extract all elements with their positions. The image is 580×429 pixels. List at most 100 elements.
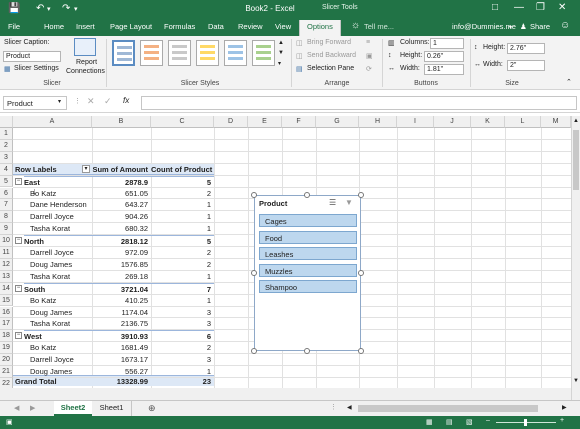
resize-handle[interactable]	[251, 192, 257, 198]
resize-handle[interactable]	[251, 348, 257, 354]
zoom-out-icon[interactable]: –	[486, 417, 490, 424]
column-header-j[interactable]: J	[434, 116, 471, 128]
slicer-style-4[interactable]	[196, 40, 219, 66]
ribbon-display-icon[interactable]: □	[492, 2, 498, 13]
column-header-k[interactable]: K	[471, 116, 505, 128]
columns-input[interactable]: 1	[430, 38, 464, 49]
row-header[interactable]: 11	[0, 247, 13, 259]
row-header[interactable]: 18	[0, 330, 13, 343]
zoom-slider-thumb[interactable]	[524, 419, 527, 426]
slicer-style-5[interactable]	[224, 40, 247, 66]
tab-home[interactable]: Home	[44, 22, 64, 31]
button-height-input[interactable]: 0.26"	[424, 51, 464, 62]
slicer-item-shampoo[interactable]: Shampoo	[259, 280, 357, 293]
column-header-b[interactable]: B	[92, 116, 151, 128]
button-width-input[interactable]: 1.81"	[424, 64, 464, 75]
row-header[interactable]: 3	[0, 151, 13, 164]
slicer-style-6[interactable]	[252, 40, 275, 66]
collapse-group-icon[interactable]: −	[15, 284, 22, 292]
hscroll-right-icon[interactable]: ▶	[562, 404, 567, 411]
column-header-l[interactable]: L	[505, 116, 541, 128]
row-header[interactable]: 10	[0, 235, 13, 247]
resize-handle[interactable]	[251, 270, 257, 276]
row-header[interactable]: 2	[0, 139, 13, 152]
scroll-up-icon[interactable]: ▲	[573, 118, 579, 124]
page-layout-view-icon[interactable]: ▤	[446, 418, 453, 426]
selection-pane-button[interactable]: Selection Pane	[307, 65, 354, 72]
collapse-ribbon-icon[interactable]: ⌃	[566, 78, 572, 86]
product-slicer[interactable]: Product ☰ ▼ Cages Food Leashes Muzzles S…	[254, 195, 361, 351]
cancel-icon[interactable]: ✕	[87, 96, 95, 107]
column-header-g[interactable]: G	[316, 116, 359, 128]
slicer-style-1[interactable]	[112, 40, 135, 66]
collapse-group-icon[interactable]: −	[15, 177, 22, 185]
tab-page-layout[interactable]: Page Layout	[110, 22, 152, 31]
vertical-scrollbar[interactable]: ▲ ▼	[571, 116, 580, 400]
slicer-item-leashes[interactable]: Leashes	[259, 247, 357, 260]
clear-filter-icon[interactable]: ▼	[345, 198, 353, 207]
slicer-caption-input[interactable]: Product	[3, 51, 61, 62]
filter-dropdown-icon[interactable]: ▾	[82, 165, 90, 173]
tab-insert[interactable]: Insert	[76, 22, 95, 31]
row-header[interactable]: 8	[0, 211, 13, 224]
insert-function-icon[interactable]: fx	[123, 96, 129, 105]
tab-file[interactable]: File	[8, 22, 20, 31]
row-header[interactable]: 6	[0, 187, 13, 200]
resize-handle[interactable]	[358, 348, 364, 354]
sheet-next-icon[interactable]: ▶	[30, 404, 35, 412]
row-header[interactable]: 19	[0, 342, 13, 355]
shape-width-input[interactable]: 2"	[507, 60, 545, 71]
new-sheet-icon[interactable]: ⊕	[148, 403, 156, 414]
column-header-d[interactable]: D	[214, 116, 248, 128]
column-header-f[interactable]: F	[282, 116, 316, 128]
tab-review[interactable]: Review	[238, 22, 263, 31]
row-header[interactable]: 17	[0, 318, 13, 331]
smiley-icon[interactable]: ☺	[560, 20, 570, 31]
slicer-item-food[interactable]: Food	[259, 231, 357, 244]
tab-view[interactable]: View	[275, 22, 291, 31]
zoom-in-icon[interactable]: +	[560, 417, 564, 424]
collapse-group-icon[interactable]: −	[15, 237, 22, 245]
row-header[interactable]: 20	[0, 354, 13, 366]
select-all-corner[interactable]	[0, 116, 13, 128]
horizontal-scroll-thumb[interactable]	[358, 405, 538, 412]
slicer-item-cages[interactable]: Cages	[259, 214, 357, 227]
tab-formulas[interactable]: Formulas	[164, 22, 195, 31]
row-header[interactable]: 7	[0, 199, 13, 212]
row-header[interactable]: 15	[0, 294, 13, 307]
account-dropdown-icon[interactable]: ▾	[509, 24, 512, 31]
scroll-down-icon[interactable]: ▼	[573, 378, 579, 384]
report-connections-label-1[interactable]: Report	[76, 59, 97, 66]
shape-height-input[interactable]: 2.76"	[507, 43, 545, 54]
row-header[interactable]: 16	[0, 306, 13, 319]
resize-handle[interactable]	[358, 270, 364, 276]
page-break-view-icon[interactable]: ▧	[466, 418, 473, 426]
row-header[interactable]: 12	[0, 258, 13, 271]
rotate-icon[interactable]: ⟳	[366, 65, 372, 73]
row-header[interactable]: 9	[0, 223, 13, 236]
minimize-icon[interactable]: —	[514, 2, 524, 13]
align-icon[interactable]: ≡	[366, 39, 370, 46]
multi-select-icon[interactable]: ☰	[329, 198, 336, 207]
share-button[interactable]: Share	[530, 22, 550, 31]
column-header-m[interactable]: M	[541, 116, 571, 128]
styles-scroll-down-icon[interactable]: ▼	[278, 50, 284, 56]
sheet-prev-icon[interactable]: ◀	[14, 404, 19, 412]
enter-icon[interactable]: ✓	[104, 96, 112, 107]
slicer-item-muzzles[interactable]: Muzzles	[259, 264, 357, 277]
tab-options[interactable]: Options	[299, 20, 341, 36]
row-header[interactable]: 4	[0, 163, 13, 176]
row-header[interactable]: 13	[0, 270, 13, 283]
account-email[interactable]: info@Dummies.me	[452, 22, 516, 31]
bring-forward-button[interactable]: Bring Forward	[307, 39, 351, 46]
slicer-style-3[interactable]	[168, 40, 191, 66]
tab-data[interactable]: Data	[208, 22, 224, 31]
resize-handle[interactable]	[304, 348, 310, 354]
styles-more-icon[interactable]: ▾	[278, 60, 281, 67]
sheet-tab-sheet2[interactable]: Sheet2	[54, 401, 92, 416]
normal-view-icon[interactable]: ▦	[426, 418, 433, 426]
row-header[interactable]: 21	[0, 366, 13, 378]
resize-handle[interactable]	[304, 192, 310, 198]
row-header[interactable]: 1	[0, 128, 13, 140]
column-header-i[interactable]: I	[397, 116, 434, 128]
